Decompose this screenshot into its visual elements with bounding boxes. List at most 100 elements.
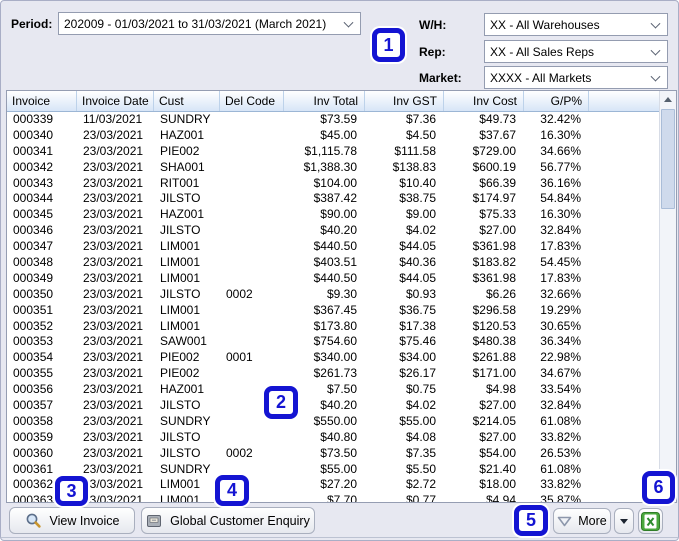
table-cell: 000357 — [13, 398, 54, 413]
table-row[interactable]: 000356 23/03/2021 HAZ001 $7.50 $0.75 $4.98 33.… — [7, 382, 659, 398]
table-cell: 0002 — [226, 445, 253, 460]
table-cell: SAW001 — [160, 334, 207, 349]
rep-select[interactable]: XX - All Sales Reps — [484, 40, 668, 63]
table-row[interactable]: 000363 23/03/2021 LIM001 $7.70 $0.77 $4.94 35.… — [7, 493, 659, 502]
table-row[interactable]: 000347 23/03/2021 LIM001 $440.50 $44.05 $361.… — [7, 239, 659, 255]
table-cell: $66.39 — [479, 175, 516, 190]
callout-2: 2 — [264, 386, 298, 419]
table-cell — [220, 239, 284, 255]
table-cell: $5.50 — [405, 461, 436, 476]
table-cell: 000352 — [13, 318, 54, 333]
column-header-del-code[interactable]: Del Code — [220, 91, 284, 111]
table-cell: $120.53 — [472, 318, 516, 333]
table-cell: 000343 — [13, 175, 54, 190]
table-cell: 23/03/2021 — [83, 159, 144, 174]
table-cell: $75.33 — [479, 207, 516, 222]
table-cell: 26.53% — [540, 445, 581, 460]
table-cell: $27.20 — [320, 477, 357, 492]
table-row[interactable]: 000349 23/03/2021 LIM001 $440.50 $44.05 $361.… — [7, 271, 659, 287]
table-row[interactable]: 000343 23/03/2021 RIT001 $104.00 $10.40 $66.3… — [7, 176, 659, 192]
table-row[interactable]: 000359 23/03/2021 JILSTO $40.80 $4.08 $27.00 3… — [7, 430, 659, 446]
table-cell: $480.38 — [472, 334, 516, 349]
scrollbar-thumb[interactable] — [661, 109, 675, 209]
column-header-invoice-date[interactable]: Invoice Date — [77, 91, 154, 111]
column-header-inv-total[interactable]: Inv Total — [284, 91, 365, 111]
table-cell: 17.83% — [540, 270, 581, 285]
table-row[interactable]: 000361 23/03/2021 SUNDRY $55.00 $5.50 $21.40 6… — [7, 462, 659, 478]
more-options-arrow-button[interactable] — [614, 508, 634, 534]
warehouse-select[interactable]: XX - All Warehouses — [484, 13, 668, 36]
table-cell: 54.45% — [540, 255, 581, 270]
table-cell: SUNDRY — [160, 112, 211, 126]
excel-icon — [641, 511, 660, 531]
table-row[interactable]: 000342 23/03/2021 SHA001 $1,388.30 $138.83 $6… — [7, 160, 659, 176]
chevron-down-icon — [343, 17, 354, 28]
table-row[interactable]: 000354 23/03/2021 PIE002 0001 $340.00 $34.00 $… — [7, 350, 659, 366]
table-row[interactable]: 000348 23/03/2021 LIM001 $403.51 $40.36 $183.… — [7, 255, 659, 271]
table-cell: $55.00 — [320, 461, 357, 476]
view-invoice-button[interactable]: View Invoice — [9, 507, 135, 534]
table-cell: 000355 — [13, 366, 54, 381]
table-cell: $4.02 — [405, 223, 436, 238]
scroll-up-button[interactable] — [660, 91, 676, 107]
table-cell: $4.98 — [485, 382, 516, 397]
table-row[interactable]: 000344 23/03/2021 JILSTO $387.42 $38.75 $174.… — [7, 191, 659, 207]
table-cell — [220, 334, 284, 350]
table-cell: LIM001 — [160, 255, 201, 270]
table-row[interactable]: 000341 23/03/2021 PIE002 $1,115.78 $111.58 $7… — [7, 144, 659, 160]
magnifier-icon — [25, 512, 42, 529]
table-row[interactable]: 000352 23/03/2021 LIM001 $173.80 $17.38 $120.… — [7, 319, 659, 335]
table-cell: 000360 — [13, 445, 54, 460]
column-header-inv-cost[interactable]: Inv Cost — [444, 91, 524, 111]
invoice-table: Invoice Invoice Date Cust Del Code Inv Total… — [6, 90, 677, 503]
table-cell: 23/03/2021 — [83, 175, 144, 190]
table-cell: 23/03/2021 — [83, 127, 144, 142]
table-cell: 23/03/2021 — [83, 429, 144, 444]
column-header-cust[interactable]: Cust — [154, 91, 220, 111]
table-cell: $54.00 — [479, 445, 516, 460]
export-to-excel-button[interactable] — [638, 508, 663, 534]
table-cell: JILSTO — [160, 445, 201, 460]
table-cell — [220, 160, 284, 176]
table-row[interactable]: 000355 23/03/2021 PIE002 $261.73 $26.17 $171.… — [7, 366, 659, 382]
table-row[interactable]: 000358 23/03/2021 SUNDRY $550.00 $55.00 $214.… — [7, 414, 659, 430]
table-cell: 000346 — [13, 223, 54, 238]
table-row[interactable]: 000350 23/03/2021 JILSTO 0002 $9.30 $0.93 $6.2… — [7, 287, 659, 303]
table-row[interactable]: 000357 23/03/2021 JILSTO $40.20 $4.02 $27.00 3… — [7, 398, 659, 414]
table-cell: HAZ001 — [160, 382, 205, 397]
table-cell: JILSTO — [160, 191, 201, 206]
table-row[interactable]: 000339 11/03/2021 SUNDRY $73.59 $7.36 $49.73 3… — [7, 112, 659, 128]
period-select[interactable]: 202009 - 01/03/2021 to 31/03/2021 (March… — [58, 12, 361, 35]
table-cell: $27.00 — [479, 429, 516, 444]
table-cell: 0002 — [226, 286, 253, 301]
table-cell: 23/03/2021 — [83, 398, 144, 413]
arrow-down-icon — [620, 518, 628, 524]
global-customer-enquiry-button[interactable]: Global Customer Enquiry — [141, 507, 315, 534]
table-cell: 36.34% — [540, 334, 581, 349]
table-cell: 22.98% — [540, 350, 581, 365]
table-cell: 16.30% — [540, 127, 581, 142]
table-cell: LIM001 — [160, 493, 201, 502]
column-header-inv-gst[interactable]: Inv GST — [365, 91, 444, 111]
market-select[interactable]: XXXX - All Markets — [484, 66, 668, 89]
table-cell: $45.00 — [320, 127, 357, 142]
column-header-g-p-[interactable]: G/P% — [524, 91, 589, 111]
table-cell: $174.97 — [472, 191, 516, 206]
table-row[interactable]: 000353 23/03/2021 SAW001 $754.60 $75.46 $480.… — [7, 334, 659, 350]
table-row[interactable]: 000346 23/03/2021 JILSTO $40.20 $4.02 $27.00 3… — [7, 223, 659, 239]
table-cell: $0.77 — [405, 493, 436, 502]
table-cell: 23/03/2021 — [83, 477, 144, 492]
table-cell: 000349 — [13, 270, 54, 285]
more-button[interactable]: More — [553, 508, 611, 534]
dropdown-triangle-icon — [557, 516, 572, 527]
table-cell: SUNDRY — [160, 461, 211, 476]
table-row[interactable]: 000362 23/03/2021 LIM001 $27.20 $2.72 $18.00 3… — [7, 477, 659, 493]
column-header-invoice[interactable]: Invoice — [7, 91, 77, 111]
table-row[interactable]: 000360 23/03/2021 JILSTO 0002 $73.50 $7.35 $54… — [7, 446, 659, 462]
table-cell: $38.75 — [399, 191, 436, 206]
table-row[interactable]: 000345 23/03/2021 HAZ001 $90.00 $9.00 $75.33 1… — [7, 207, 659, 223]
table-row[interactable]: 000340 23/03/2021 HAZ001 $45.00 $4.50 $37.67 1… — [7, 128, 659, 144]
table-row[interactable]: 000351 23/03/2021 LIM001 $367.45 $36.75 $296.… — [7, 303, 659, 319]
vertical-scrollbar[interactable] — [659, 91, 676, 502]
table-cell — [220, 223, 284, 239]
